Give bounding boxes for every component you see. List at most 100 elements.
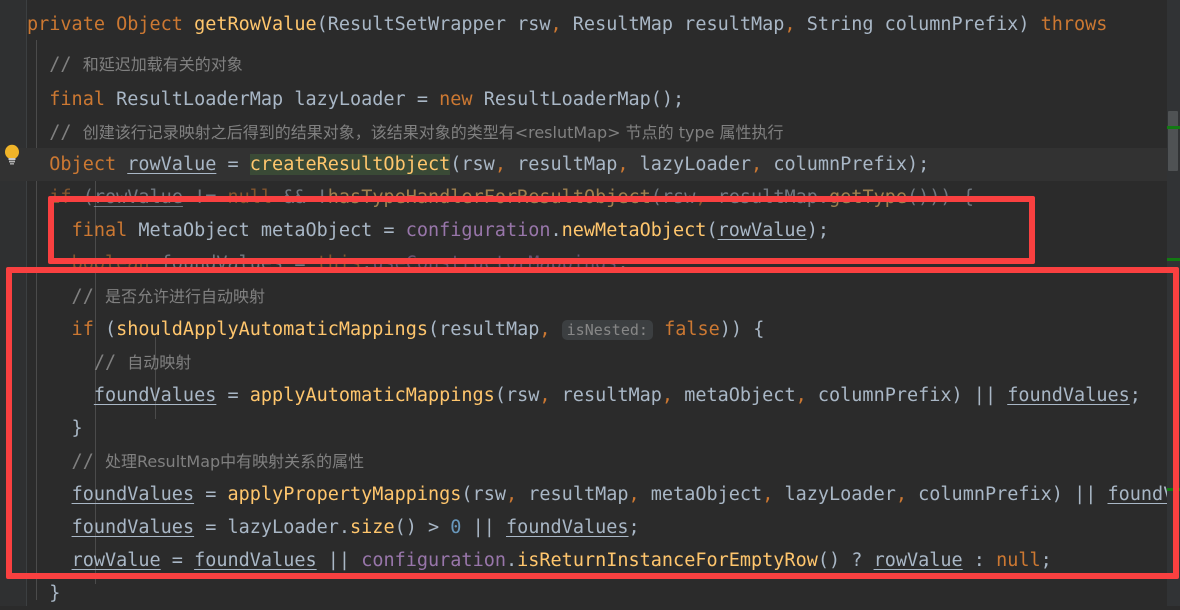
code-token (27, 385, 94, 406)
code-line[interactable]: foundValues = applyPropertyMappings(rsw,… (0, 478, 1180, 511)
vertical-scrollbar-thumb[interactable] (1168, 111, 1178, 171)
vcs-change-marker-top[interactable] (1167, 126, 1180, 129)
code-token: , (551, 14, 573, 35)
code-token: )) { (720, 319, 765, 340)
code-line-text: Object rowValue = createResultObject(rsw… (27, 148, 929, 181)
code-token (27, 89, 49, 110)
code-token: ; (1041, 550, 1052, 571)
code-token: ( (105, 319, 116, 340)
code-token (653, 319, 664, 340)
code-line[interactable]: } (0, 577, 1180, 610)
code-token: resultMap (528, 484, 628, 505)
code-token: = (194, 484, 227, 505)
code-token: // (27, 122, 83, 143)
code-line-text: foundValues = lazyLoader.size() > 0 || f… (27, 511, 640, 544)
code-token: ); (807, 220, 829, 241)
code-line-text: private Object getRowValue(ResultSetWrap… (27, 8, 1107, 41)
code-token: , (695, 187, 717, 208)
code-token: || (461, 517, 506, 538)
code-token: getType (829, 187, 907, 208)
code-text-area[interactable]: private Object getRowValue(ResultSetWrap… (0, 0, 1180, 606)
code-token: String columnPrefix) (807, 14, 1041, 35)
code-token: ResultMap resultMap (573, 14, 785, 35)
code-token: , (539, 319, 561, 340)
code-line[interactable]: // 创建该行记录映射之后得到的结果对象，该结果对象的类型有<reslutMap… (0, 116, 1180, 149)
code-token: boolean (72, 253, 161, 274)
code-token: rowValue (718, 220, 807, 241)
code-token: (rsw (461, 484, 506, 505)
code-token: ( (706, 220, 717, 241)
parameter-hint: isNested: (562, 320, 653, 340)
code-line[interactable]: final MetaObject metaObject = configurat… (0, 214, 1180, 247)
code-token: null (228, 187, 284, 208)
code-token: != (183, 187, 228, 208)
code-token: new (439, 89, 484, 110)
code-token: foundValues (506, 517, 629, 538)
code-line[interactable]: // 是否允许进行自动映射 (0, 280, 1180, 313)
code-token: = lazyLoader. (194, 517, 350, 538)
scrollbar-marker-lane[interactable] (1167, 0, 1180, 606)
code-token: , (896, 484, 918, 505)
code-token: } (27, 418, 83, 439)
code-line[interactable]: // 自动映射 (0, 346, 1180, 379)
code-token (27, 253, 72, 274)
code-line[interactable]: final ResultLoaderMap lazyLoader = new R… (0, 83, 1180, 116)
vcs-change-marker-mid[interactable] (1167, 258, 1180, 261)
vcs-change-marker-bottom[interactable] (1167, 488, 1180, 491)
code-token: || (317, 550, 362, 571)
code-token: private (27, 14, 116, 35)
code-token: , (539, 385, 561, 406)
code-line[interactable]: foundValues = applyAutomaticMappings(rsw… (0, 379, 1180, 412)
code-line[interactable]: if (rowValue != null && !hasTypeHandlerF… (0, 181, 1180, 214)
code-token: // (27, 54, 83, 75)
code-line-text: // 自动映射 (27, 346, 191, 379)
code-token: columnPrefix) || (918, 484, 1107, 505)
code-token: throws (1041, 14, 1108, 35)
code-line-text: } (27, 412, 83, 445)
code-token: 是否允许进行自动映射 (105, 287, 265, 306)
code-line[interactable]: // 处理ResultMap中有映射关系的属性 (0, 445, 1180, 478)
code-token: null (996, 550, 1041, 571)
code-line-text: foundValues = applyPropertyMappings(rsw,… (27, 478, 1180, 511)
code-line[interactable]: boolean foundValues = this.useConstructo… (0, 247, 1180, 280)
code-token: , (662, 385, 684, 406)
code-line[interactable]: Object rowValue = createResultObject(rsw… (0, 148, 1180, 181)
code-token: // (27, 286, 105, 307)
code-line[interactable]: foundValues = lazyLoader.size() > 0 || f… (0, 511, 1180, 544)
code-token: (rsw (651, 187, 696, 208)
code-token: () ? (818, 550, 874, 571)
code-editor[interactable]: private Object getRowValue(ResultSetWrap… (0, 0, 1180, 606)
code-line-text: } (27, 577, 60, 610)
code-token: , (751, 154, 773, 175)
code-token (27, 550, 72, 571)
lightbulb-icon[interactable] (2, 144, 22, 166)
code-token: ResultLoaderMap lazyLoader = (116, 89, 439, 110)
code-token: 和延迟加载有关的对象 (83, 55, 243, 74)
code-token: () > (395, 517, 451, 538)
code-token: this (317, 253, 362, 274)
code-token: ())) { (907, 187, 974, 208)
code-line[interactable]: // 和延迟加载有关的对象 (0, 48, 1180, 81)
code-token: 处理ResultMap中有映射关系的属性 (105, 452, 364, 471)
code-line[interactable]: rowValue = foundValues || configuration.… (0, 544, 1180, 577)
code-token: resultMap (517, 154, 617, 175)
code-token: 创建该行记录映射之后得到的结果对象，该结果对象的类型有<reslutMap> 节… (83, 123, 784, 142)
code-line[interactable]: } (0, 412, 1180, 445)
code-token: } (27, 583, 60, 604)
code-token: hasTypeHandlerForResultObject (328, 187, 651, 208)
code-token: = (216, 385, 249, 406)
code-token: false (664, 319, 720, 340)
code-token: ; (629, 517, 640, 538)
code-line[interactable]: if (shouldApplyAutomaticMappings(resultM… (0, 313, 1180, 346)
code-line[interactable]: private Object getRowValue(ResultSetWrap… (0, 8, 1180, 41)
code-token: metaObject (684, 385, 795, 406)
code-token: = (161, 550, 194, 571)
code-token: 0 (450, 517, 461, 538)
code-token: metaObject (651, 484, 762, 505)
code-token: = (216, 154, 249, 175)
code-token (27, 484, 72, 505)
code-token: lazyLoader (640, 154, 751, 175)
code-line-text: rowValue = foundValues || configuration.… (27, 544, 1052, 577)
code-token: rowValue (127, 154, 216, 175)
code-token: , (796, 385, 818, 406)
